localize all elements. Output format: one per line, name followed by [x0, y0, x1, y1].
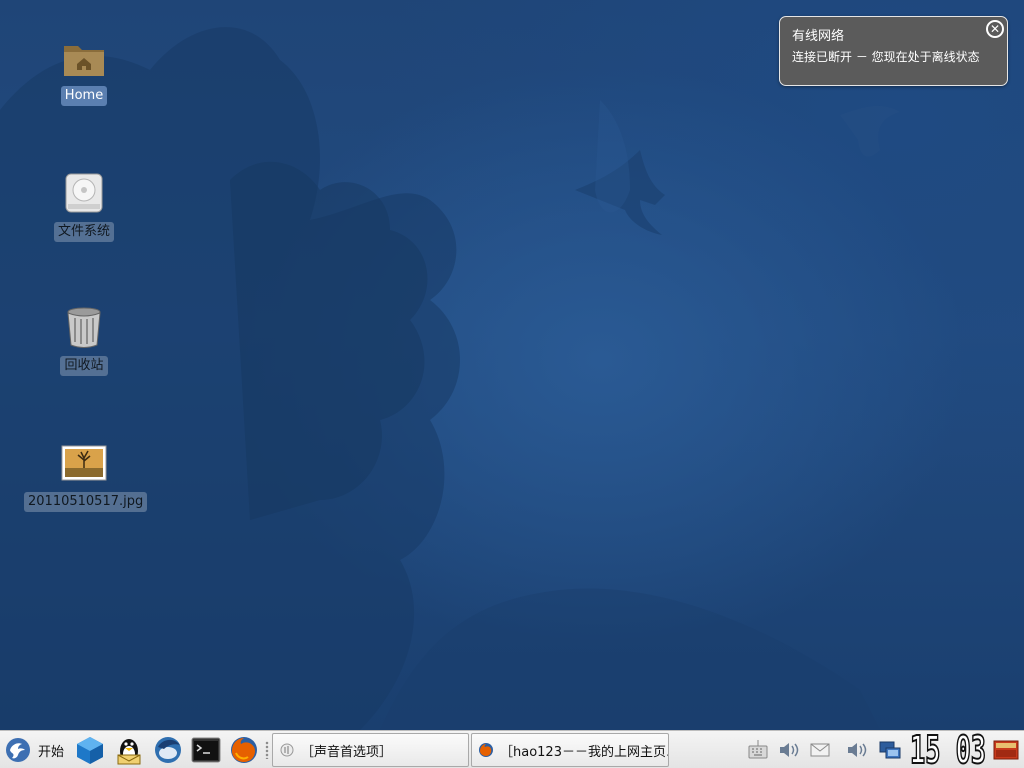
image-file-icon [60, 440, 108, 488]
mail-icon[interactable] [807, 737, 833, 763]
bottom-panel: 开始 ［声音首选项］ ［hao123－－我的上网主页… 15 03 [0, 730, 1024, 768]
terminal-icon[interactable] [190, 735, 222, 765]
close-circle-icon[interactable]: ✕ [986, 20, 1004, 38]
show-desktop-icon[interactable] [992, 737, 1020, 763]
panel-grip[interactable] [265, 741, 269, 759]
trash-icon [60, 304, 108, 352]
desktop-icon-home[interactable]: Home [24, 34, 144, 106]
desktop: Home 文件系统 回收站 20110510517.jpg 有线网络 连接已断开… [0, 0, 1024, 730]
desktop-icon-filesystem[interactable]: 文件系统 [24, 170, 144, 242]
desktop-icon-label: 文件系统 [53, 222, 114, 242]
desktop-icon-label: 回收站 [60, 356, 108, 376]
desktop-icon-label: Home [60, 86, 108, 106]
cube-app-icon[interactable] [74, 735, 106, 765]
volume-icon[interactable] [775, 737, 801, 763]
clock[interactable]: 15 03 [910, 733, 988, 767]
firefox-icon[interactable] [228, 735, 260, 765]
taskbar-item-sound-preferences[interactable]: ［声音首选项］ [272, 733, 469, 767]
notification-body: 连接已断开 － 您现在处于离线状态 [792, 50, 980, 64]
firefox-icon [479, 743, 493, 757]
thunderbird-icon[interactable] [152, 735, 184, 765]
sound-preferences-icon [280, 743, 294, 757]
desktop-icon-label: 20110510517.jpg [24, 492, 148, 512]
keyboard-icon[interactable] [745, 737, 771, 763]
harddisk-icon [60, 170, 108, 218]
volume-icon[interactable] [843, 737, 869, 763]
taskbar-item-label: ［声音首选项］ [301, 744, 393, 760]
desktop-icon-image-file[interactable]: 20110510517.jpg [24, 440, 148, 512]
network-notification[interactable]: 有线网络 连接已断开 － 您现在处于离线状态 ✕ [779, 16, 1008, 86]
notification-title: 有线网络 [792, 29, 845, 44]
start-button[interactable]: 开始 [4, 735, 68, 765]
network-icon[interactable] [877, 737, 903, 763]
home-folder-icon [60, 34, 108, 82]
taskbar-item-label: ［hao123－－我的上网主页… [500, 744, 668, 760]
taskbar-item-hao123[interactable]: ［hao123－－我的上网主页… [471, 733, 669, 767]
desktop-icon-trash[interactable]: 回收站 [24, 304, 144, 376]
start-menu-icon [6, 738, 30, 762]
start-label: 开始 [38, 744, 65, 760]
qq-penguin-icon[interactable] [113, 735, 145, 765]
wallpaper-image [0, 27, 900, 730]
clock-time: 15 03 [910, 733, 986, 767]
